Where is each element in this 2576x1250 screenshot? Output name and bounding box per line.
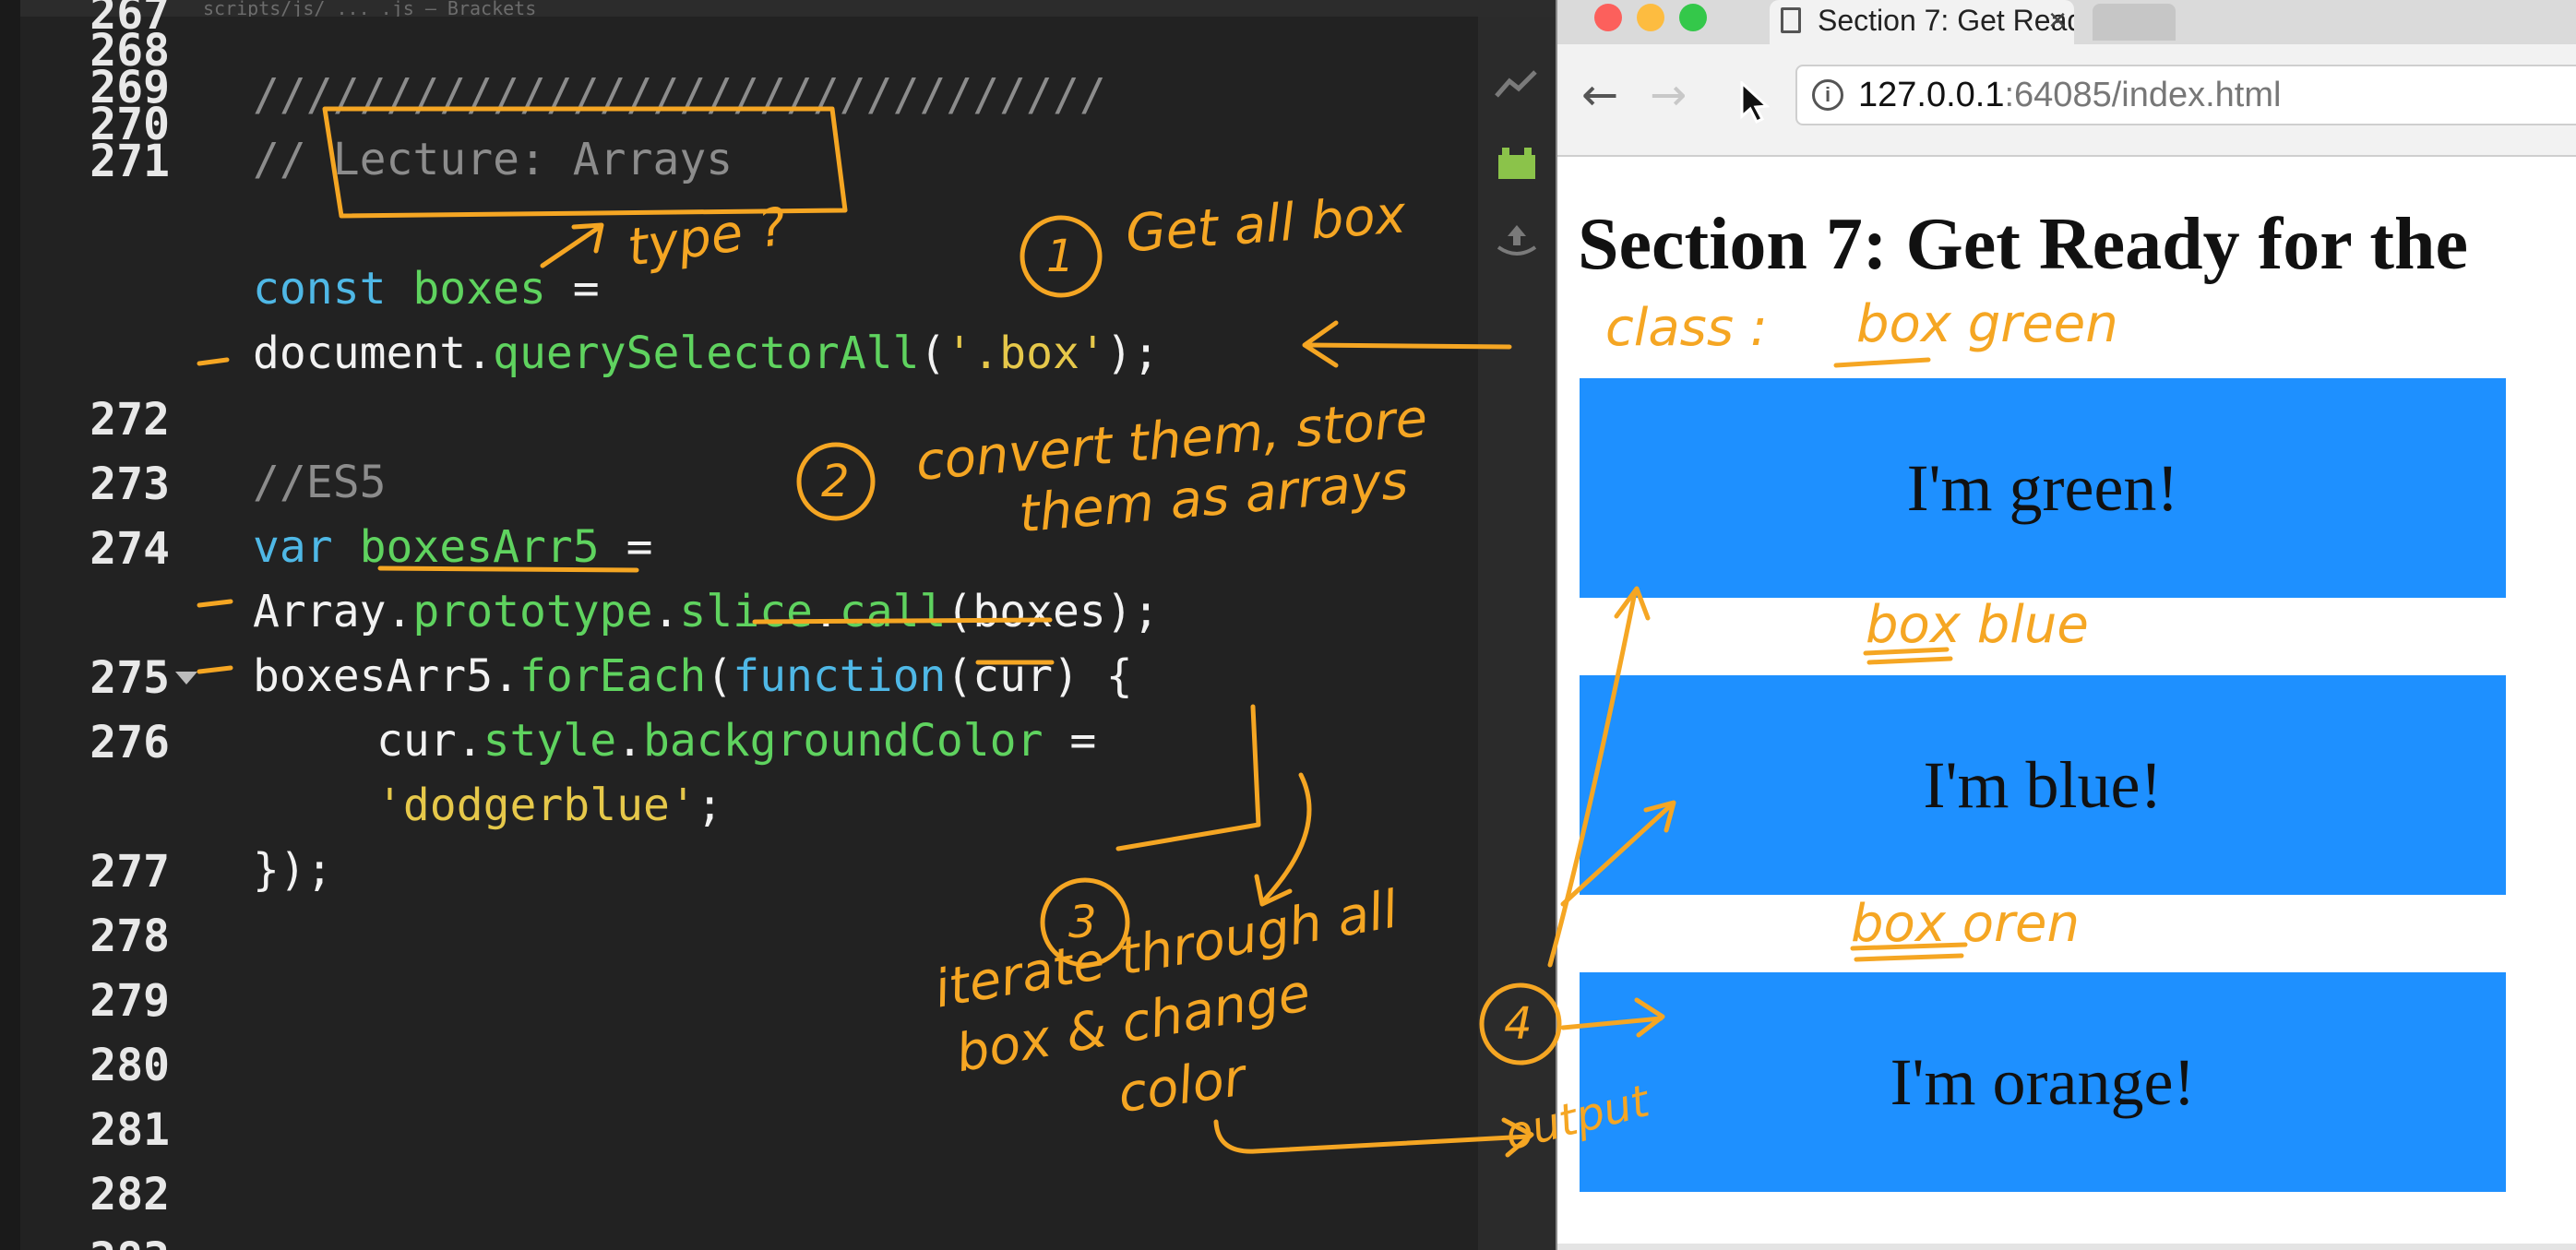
keyword-token: var: [253, 521, 333, 573]
operator-token: =: [1043, 715, 1097, 767]
minimize-window-button[interactable]: [1637, 4, 1664, 31]
object-token: cur.: [376, 715, 483, 767]
code-line-271: const boxes =: [253, 256, 600, 321]
property-token: backgroundColor: [643, 715, 1044, 767]
object-token: boxesArr5.: [253, 650, 519, 702]
keyword-token: const: [253, 263, 387, 315]
object-token: document.: [253, 327, 494, 379]
new-tab-button[interactable]: [2093, 4, 2176, 41]
code-line-277: });: [253, 844, 333, 896]
close-window-button[interactable]: [1594, 4, 1622, 31]
tab-close-icon[interactable]: ×: [2048, 0, 2067, 41]
punct-token: );: [1105, 327, 1160, 379]
maximize-window-button[interactable]: [1679, 4, 1707, 31]
property-token: prototype: [412, 586, 653, 637]
extension-manager-icon[interactable]: [1493, 142, 1541, 183]
line-number: 278: [89, 911, 170, 962]
punct-token: .: [616, 715, 643, 767]
window-bottom-edge: [1557, 1244, 2576, 1250]
code-line-274-wrap: Array.prototype.slice.call(boxes);: [253, 579, 1160, 644]
punct-token: (: [919, 327, 947, 379]
line-number: 272: [89, 394, 170, 446]
identifier-token: boxesArr5: [359, 521, 600, 573]
line-number: 279: [89, 975, 170, 1027]
line-number: 271: [89, 136, 170, 187]
punct-token: ;: [696, 780, 723, 831]
line-number: 281: [89, 1104, 170, 1156]
method-token: call: [839, 586, 947, 637]
url-path: :64085/index.html: [2004, 76, 2282, 114]
line-number-gutter: 267 268 269 270 271 272 273 274 275 276 …: [20, 0, 197, 1250]
orange-box: I'm orange!: [1580, 972, 2506, 1192]
code-line-273: //ES5: [253, 457, 387, 508]
page-heading: Section 7: Get Ready for the: [1578, 204, 2468, 285]
property-token: style: [483, 715, 617, 767]
line-number: 282: [89, 1169, 170, 1220]
code-editor[interactable]: scripts/js/ ... .js — Brackets 267 268 2…: [0, 0, 1556, 1250]
code-line-269: // Lecture: Arrays: [253, 134, 733, 185]
browser-window: Section 7: Get Ready for the F × ← → i 1…: [1556, 0, 2576, 1250]
url-text: 127.0.0.1:64085/index.html: [1858, 66, 2281, 124]
editor-side-toolbar: [1478, 17, 1556, 1250]
method-token: querySelectorAll: [493, 327, 920, 379]
forward-icon[interactable]: →: [1650, 72, 1687, 118]
punct-token: (: [706, 650, 733, 702]
punct-token: .: [812, 586, 840, 637]
fold-arrow-icon[interactable]: [175, 672, 197, 685]
punct-token: .: [652, 586, 680, 637]
string-token: 'dodgerblue': [376, 780, 697, 831]
operator-token: =: [599, 521, 653, 573]
keyword-token: function: [733, 650, 947, 702]
browser-tab-bar: Section 7: Get Ready for the F ×: [1557, 0, 2576, 44]
line-number: 280: [89, 1040, 170, 1091]
browser-toolbar: ← → i 127.0.0.1:64085/index.html: [1557, 44, 2576, 157]
method-token: forEach: [519, 650, 707, 702]
tab-title: Section 7: Get Ready for the F: [1818, 4, 2074, 37]
punct-token: (cur) {: [946, 650, 1133, 702]
code-area[interactable]: //////////////////////////////// // Lect…: [253, 0, 1471, 1250]
code-line-276-wrap: 'dodgerblue';: [376, 773, 723, 838]
upload-icon[interactable]: [1493, 220, 1541, 260]
browser-tab-active[interactable]: Section 7: Get Ready for the F ×: [1770, 0, 2074, 44]
line-number: 274: [89, 523, 170, 575]
code-line-275: boxesArr5.forEach(function(cur) {: [253, 644, 1133, 708]
back-icon[interactable]: ←: [1581, 72, 1618, 118]
green-box: I'm green!: [1580, 378, 2506, 598]
punct-token: (boxes);: [946, 586, 1160, 637]
mouse-cursor-icon: [1740, 81, 1770, 125]
operator-token: =: [545, 263, 600, 315]
code-line-268: ////////////////////////////////: [253, 69, 1106, 121]
url-host: 127.0.0.1: [1858, 76, 2005, 114]
code-line-271-wrap: document.querySelectorAll('.box');: [253, 321, 1160, 386]
editor-sidebar-strip: [0, 0, 20, 1250]
address-bar[interactable]: i 127.0.0.1:64085/index.html: [1795, 65, 2576, 125]
live-preview-icon[interactable]: [1493, 65, 1541, 105]
string-token: '.box': [946, 327, 1106, 379]
document-icon: [1781, 7, 1801, 33]
line-number: 277: [89, 846, 170, 898]
code-line-274: var boxesArr5 =: [253, 515, 653, 579]
code-line-276: cur.style.backgroundColor =: [376, 708, 1096, 773]
line-number: 276: [89, 717, 170, 768]
line-number: 283: [20, 1227, 170, 1250]
blue-box: I'm blue!: [1580, 675, 2506, 895]
object-token: Array.: [253, 586, 413, 637]
line-number: 273: [89, 458, 170, 510]
site-info-icon[interactable]: i: [1812, 79, 1843, 111]
method-token: slice: [679, 586, 813, 637]
line-number: 275: [89, 652, 170, 704]
identifier-token: boxes: [412, 263, 546, 315]
